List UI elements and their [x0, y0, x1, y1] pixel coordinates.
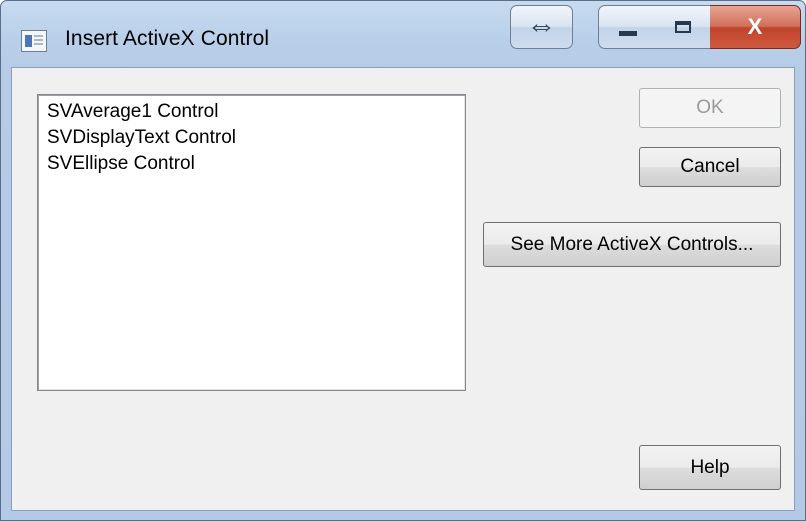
cancel-button[interactable]: Cancel	[639, 147, 781, 187]
app-window-icon[interactable]	[21, 30, 47, 52]
controls-listbox[interactable]: SVAverage1 Control SVDisplayText Control…	[37, 94, 466, 391]
minimize-icon	[618, 30, 637, 36]
dialog-window: Insert ActiveX Control ⇔ X SVAverage1 Co…	[0, 0, 806, 521]
ok-button[interactable]: OK	[639, 88, 781, 128]
list-item[interactable]: SVDisplayText Control	[38, 125, 465, 151]
double-arrow-icon: ⇔	[526, 9, 557, 42]
close-button[interactable]: X	[710, 5, 801, 49]
maximize-button[interactable]	[656, 5, 711, 49]
minimize-button[interactable]	[598, 5, 657, 49]
see-more-activex-controls-button[interactable]: See More ActiveX Controls...	[483, 222, 781, 267]
title-bar[interactable]: Insert ActiveX Control ⇔ X	[1, 1, 805, 67]
maximize-icon	[675, 21, 691, 33]
close-icon: X	[747, 14, 763, 39]
list-item[interactable]: SVEllipse Control	[38, 151, 465, 177]
resize-button[interactable]: ⇔	[510, 5, 573, 49]
list-item[interactable]: SVAverage1 Control	[38, 99, 465, 125]
dialog-client-area: SVAverage1 Control SVDisplayText Control…	[11, 67, 795, 511]
help-button[interactable]: Help	[639, 445, 781, 490]
window-title: Insert ActiveX Control	[65, 27, 270, 50]
